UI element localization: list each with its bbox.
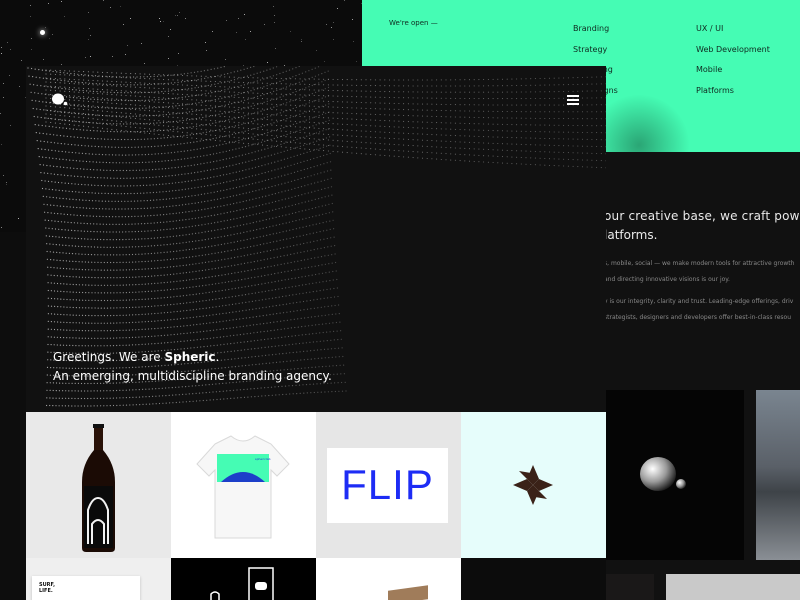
small-sphere [676, 479, 686, 489]
menu-column-digital: UX / UI Web Development Mobile Platforms [696, 19, 770, 101]
hero-subtitle: An emerging, multidiscipline branding ag… [53, 369, 332, 383]
dark-photo-tile[interactable] [606, 574, 654, 600]
work-tile-line-art[interactable] [171, 558, 316, 600]
hero-brand-name: Spheric [164, 350, 216, 364]
work-tile-booklet[interactable]: SURF, LIFE. [26, 558, 171, 600]
about-tagline-line-1: our creative base, we craft powerfu [604, 209, 800, 223]
spheres-illustration [640, 457, 686, 491]
about-paragraph-2-line-1: y is our integrity, clarity and trust. L… [604, 298, 794, 305]
menu-link-strategy[interactable]: Strategy [573, 40, 618, 61]
star-logo-icon [513, 465, 553, 505]
line-art-icon [210, 567, 274, 600]
large-sphere [640, 457, 676, 491]
hamburger-menu-icon[interactable] [567, 95, 579, 105]
about-paragraph-1-line-1: s, mobile, social — we make modern tools… [604, 260, 795, 267]
about-paragraph-1-line-2: and directing innovative visions is our … [604, 276, 730, 283]
flip-wordmark: FLIP [341, 461, 434, 508]
work-tile-beer-bottle[interactable] [26, 412, 171, 558]
booklet-line-2: LIFE. [39, 588, 53, 594]
hero-card: Greetings. We are Spheric. An emerging, … [26, 66, 606, 412]
left-dark-band [0, 232, 26, 600]
menu-link-ux-ui[interactable]: UX / UI [696, 19, 770, 40]
work-tile-tshirt[interactable]: sphericlab [171, 412, 316, 558]
menu-link-branding[interactable]: Branding [573, 19, 618, 40]
hero-greeting-suffix: . [215, 350, 220, 364]
spheric-logo-icon[interactable] [52, 93, 68, 107]
hero-greeting-prefix: Greetings. We are [53, 350, 165, 364]
tshirt-icon: sphericlab [196, 435, 290, 539]
menu-link-platforms[interactable]: Platforms [696, 81, 770, 102]
about-tagline-line-2: latforms. [604, 228, 658, 242]
menu-link-web-development[interactable]: Web Development [696, 40, 770, 61]
menu-link-mobile[interactable]: Mobile [696, 60, 770, 81]
work-tile-dark[interactable] [461, 558, 606, 600]
beer-bottle-icon [82, 424, 115, 552]
work-tile-flip[interactable]: FLIP [316, 412, 461, 558]
work-tile-star-logo[interactable] [461, 412, 606, 558]
hero-greeting: Greetings. We are Spheric. [53, 350, 219, 364]
kraft-box [388, 585, 428, 600]
work-tile-packaging[interactable] [316, 558, 461, 600]
tshirt-brand-label: sphericlab [255, 457, 271, 461]
about-paragraph-2-line-2: strategists, designers and developers of… [604, 314, 792, 321]
open-status-label: We're open — [389, 19, 438, 27]
grey-photo-tile[interactable] [666, 574, 800, 600]
landscape-image[interactable] [756, 390, 800, 560]
spheres-image[interactable] [606, 390, 744, 560]
bright-star [40, 30, 45, 35]
